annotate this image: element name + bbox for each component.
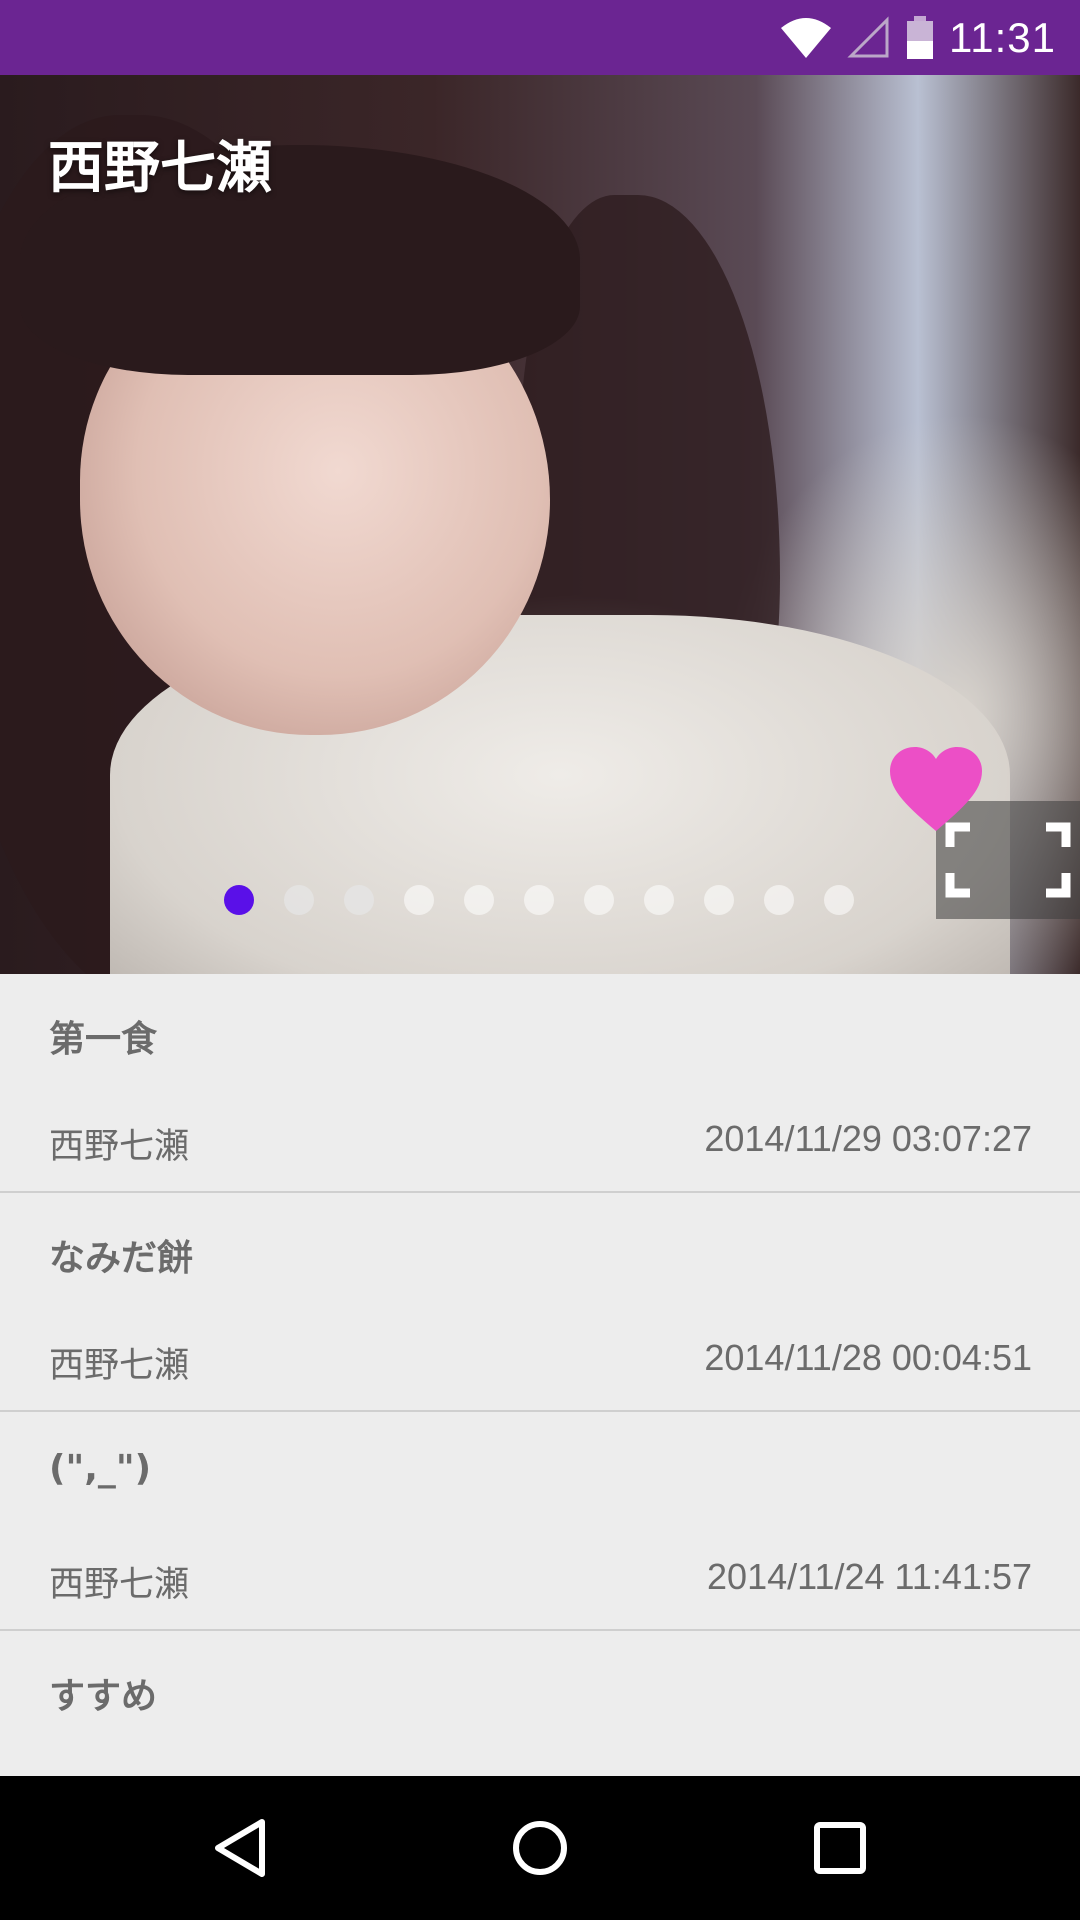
- status-icons: 11:31: [779, 0, 1056, 75]
- post-title: 第一食: [49, 1019, 158, 1060]
- recents-button[interactable]: [760, 1776, 920, 1920]
- carousel-dot[interactable]: [824, 885, 854, 915]
- status-time: 11:31: [949, 13, 1056, 61]
- post-list-item[interactable]: (",_") 西野七瀬 2014/11/24 11:41:57: [0, 1412, 1080, 1631]
- carousel-dot[interactable]: [224, 885, 254, 915]
- cell-signal-icon: [847, 15, 889, 57]
- carousel-dot[interactable]: [764, 885, 794, 915]
- member-name-title: 西野七瀬: [48, 136, 272, 201]
- back-button[interactable]: [160, 1776, 320, 1920]
- carousel-indicator: [224, 885, 854, 915]
- carousel-dot[interactable]: [284, 885, 314, 915]
- post-list-item[interactable]: なみだ餅 西野七瀬 2014/11/28 00:04:51: [0, 1193, 1080, 1412]
- post-author: 西野七瀬: [49, 1346, 190, 1386]
- post-author: 西野七瀬: [49, 1127, 190, 1167]
- carousel-dot[interactable]: [584, 885, 614, 915]
- heart-icon[interactable]: [888, 745, 984, 835]
- recents-icon: [814, 1822, 866, 1874]
- battery-icon: [907, 15, 933, 59]
- carousel-dot[interactable]: [464, 885, 494, 915]
- home-button[interactable]: [460, 1776, 620, 1920]
- post-title: すすめ: [49, 1676, 158, 1717]
- carousel-dot[interactable]: [344, 885, 374, 915]
- post-date: 2014/11/24 11:41:57: [707, 1556, 1032, 1597]
- post-list-item[interactable]: 第一食 西野七瀬 2014/11/29 03:07:27: [0, 974, 1080, 1193]
- post-list: 第一食 西野七瀬 2014/11/29 03:07:27 なみだ餅 西野七瀬 2…: [0, 974, 1080, 1848]
- status-bar: 11:31: [0, 0, 1080, 75]
- member-photo[interactable]: 西野七瀬: [0, 75, 1080, 974]
- post-author: 西野七瀬: [49, 1565, 190, 1605]
- post-title: (",_"): [49, 1448, 152, 1489]
- wifi-icon: [781, 17, 831, 58]
- post-date: 2014/11/28 00:04:51: [704, 1337, 1032, 1378]
- carousel-dot[interactable]: [704, 885, 734, 915]
- carousel-dot[interactable]: [524, 885, 554, 915]
- back-icon: [215, 1819, 265, 1877]
- post-title: なみだ餅: [49, 1238, 194, 1279]
- carousel-dot[interactable]: [404, 885, 434, 915]
- carousel-dot[interactable]: [644, 885, 674, 915]
- home-icon: [513, 1821, 567, 1875]
- post-date: 2014/11/29 03:07:27: [704, 1118, 1032, 1159]
- navigation-bar: [0, 1776, 1080, 1920]
